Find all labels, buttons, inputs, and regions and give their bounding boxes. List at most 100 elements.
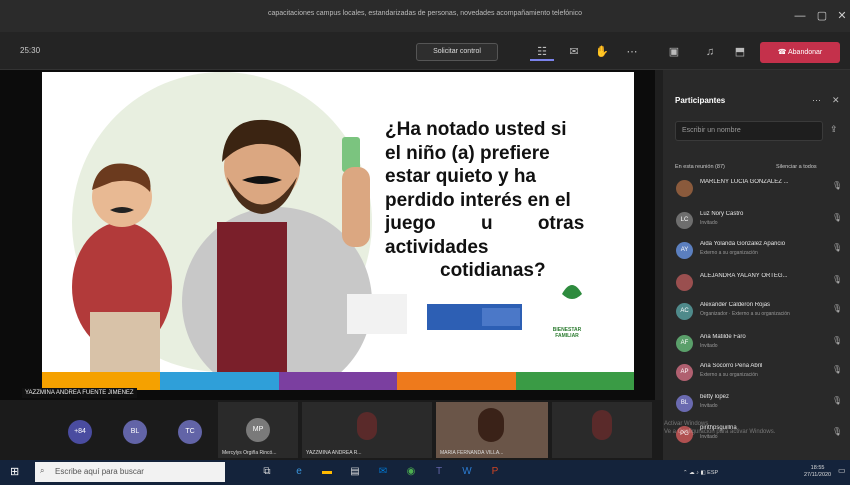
participant-row[interactable]: AP Ana Socorro Peña Abril Externo a su org… <box>672 362 844 390</box>
participant-photo <box>357 412 377 440</box>
edge-icon[interactable]: e <box>290 463 308 481</box>
chrome-icon[interactable]: ◉ <box>402 463 420 481</box>
participant-name: ALEJANDRA YALANY ORTEG... <box>700 273 788 279</box>
participant-tile <box>552 402 652 458</box>
share-screen-icon[interactable]: ⬒ <box>728 43 752 61</box>
language-indicator: ESP <box>707 470 719 476</box>
tile-label: MARIA FERNANDA VILLA... <box>440 450 504 456</box>
color-segment <box>278 372 398 390</box>
participant-role: Organizador · Externo a su organización <box>700 311 790 317</box>
search-icon: ⌕ <box>40 466 45 475</box>
leave-label: Abandonar <box>788 49 823 56</box>
close-icon[interactable]: ✕ <box>832 95 840 106</box>
word-icon[interactable]: W <box>458 463 476 481</box>
man-arm <box>342 167 370 247</box>
clock[interactable]: 18:55 27/11/2020 <box>804 465 831 479</box>
raise-hand-icon[interactable]: ✋ <box>590 43 614 61</box>
color-segment <box>515 372 635 390</box>
participant-tile: MP Mercylys Orgiña Rincó... <box>218 402 298 458</box>
microphone-muted-icon[interactable]: 🎙 <box>832 427 842 436</box>
teams-icon[interactable]: T <box>430 463 448 481</box>
question-line: estar quieto y ha <box>385 166 536 187</box>
participant-name: Alexander Calderon Rojas <box>700 302 771 308</box>
question-line: juego u otras <box>385 213 585 234</box>
notification-icon[interactable]: ▭ <box>838 466 846 475</box>
participant-row[interactable]: AF Ana Matilde Faro Invitado 🎙 <box>672 333 844 361</box>
task-view-icon[interactable]: ⧉ <box>258 463 276 481</box>
participant-name: MARLENY LUCIA GONZALEZ ... <box>700 179 789 185</box>
microphone-muted-icon[interactable]: 🎙 <box>832 304 842 313</box>
microphone-muted-icon[interactable]: 🎙 <box>832 213 842 222</box>
phone-hangup-icon: ☎ <box>777 49 788 56</box>
chat-icon[interactable]: ✉ <box>562 43 586 61</box>
windows-start-icon[interactable]: ⊞ <box>10 465 24 479</box>
activate-windows-watermark: Activar Windows Ve a Configuración para … <box>664 421 776 435</box>
system-tray[interactable]: ⌃ ☁ ♪ ◧ ESP <box>683 470 718 476</box>
mail-icon[interactable]: ✉ <box>374 463 392 481</box>
share-invite-icon[interactable]: ⇪ <box>830 124 838 135</box>
participant-name: betty lopez <box>700 394 730 400</box>
participant-name: Ana Socorro Peña Abril <box>700 363 763 369</box>
more-icon[interactable]: ⋯ <box>812 95 821 106</box>
participant-role: Invitado <box>700 403 718 409</box>
file-explorer-icon[interactable]: ▬ <box>318 463 336 481</box>
camera-icon[interactable]: ▣ <box>662 43 686 61</box>
participant-role: Externo a su organización <box>700 372 758 378</box>
powerpoint-icon[interactable]: P <box>486 463 504 481</box>
close-icon[interactable]: ✕ <box>832 8 850 24</box>
participant-role: Invitado <box>700 343 718 349</box>
presenter-name: YAZZMINA ANDREA FUENTE JIMENEZ <box>22 388 137 398</box>
microphone-muted-icon[interactable]: 🎙 <box>832 365 842 374</box>
participant-video: MARIA FERNANDA VILLA... <box>436 402 548 458</box>
participant-row[interactable]: LC Luz Nory Castro Invitado 🎙 <box>672 210 844 238</box>
store-icon[interactable]: ▤ <box>346 463 364 481</box>
participant-name: Ana Matilde Faro <box>700 334 746 340</box>
slide-question: ¿Ha notado usted si el niño (a) prefiere… <box>385 118 615 283</box>
avatar: LC <box>676 212 693 229</box>
tile-label: Mercylys Orgiña Rincó... <box>222 450 277 456</box>
question-line: el niño (a) prefiere <box>385 142 550 164</box>
taskbar-search-input[interactable]: Escribe aquí para buscar <box>35 462 225 482</box>
participant-role: Invitado <box>700 220 718 226</box>
title-bar: capacitaciones campus locales, estandari… <box>0 0 850 32</box>
avatar: AY <box>676 242 693 259</box>
mute-all-button[interactable]: Silenciar a todos <box>776 164 817 170</box>
microphone-muted-icon[interactable]: 🎙 <box>832 396 842 405</box>
phone <box>342 137 360 172</box>
participant-name: Luz Nory Castro <box>700 211 744 217</box>
minimize-icon[interactable]: — <box>790 8 810 24</box>
participant-row[interactable]: AC Alexander Calderon Rojas Organizador · … <box>672 301 844 329</box>
participant-row[interactable]: BL betty lopez Invitado 🎙 <box>672 393 844 421</box>
leave-button[interactable]: ☎ Abandonar <box>760 42 840 63</box>
participants-icon[interactable]: ☷ <box>530 43 554 61</box>
participant-row[interactable]: ALEJANDRA YALANY ORTEG... 🎙 <box>672 272 844 300</box>
participant-photo <box>478 408 504 442</box>
microphone-muted-icon[interactable]: 🎙 <box>832 181 842 190</box>
microphone-muted-icon[interactable]: 🎙 <box>832 275 842 284</box>
request-control-button[interactable]: Solicitar control <box>416 43 498 61</box>
logo-badge <box>347 294 407 334</box>
invite-input[interactable]: Escribir un nombre <box>675 121 823 141</box>
clock-date: 27/11/2020 <box>804 472 832 478</box>
window-title: capacitaciones campus locales, estandari… <box>267 10 583 17</box>
avatar: MP <box>246 418 270 442</box>
avatar: BL <box>676 395 693 412</box>
question-line: actividades <box>385 236 489 258</box>
microphone-icon[interactable]: ♫ <box>698 43 722 61</box>
participant-row[interactable]: MARLENY LUCIA GONZALEZ ... 🎙 <box>672 178 844 206</box>
question-line: cotidianas? <box>440 260 546 281</box>
microphone-muted-icon[interactable]: 🎙 <box>832 336 842 345</box>
more-options-icon[interactable]: ⋯ <box>620 43 644 61</box>
microphone-muted-icon[interactable]: 🎙 <box>832 243 842 252</box>
participant-row[interactable]: AY Aida Yolanda Gonzalez Aparicio Externo … <box>672 240 844 268</box>
tile-label: YAZZMINA ANDREA R... <box>306 450 362 456</box>
avatar: AF <box>676 335 693 352</box>
color-segment <box>397 372 516 390</box>
child-legs <box>90 312 160 372</box>
maximize-icon[interactable]: ▢ <box>812 8 832 24</box>
more-participants-badge[interactable]: +84 <box>68 420 92 444</box>
question-line: perdido interés en el <box>385 189 571 211</box>
participant-photo <box>592 410 612 440</box>
avatar <box>676 180 693 197</box>
in-meeting-header[interactable]: En esta reunión (87) <box>675 164 725 170</box>
